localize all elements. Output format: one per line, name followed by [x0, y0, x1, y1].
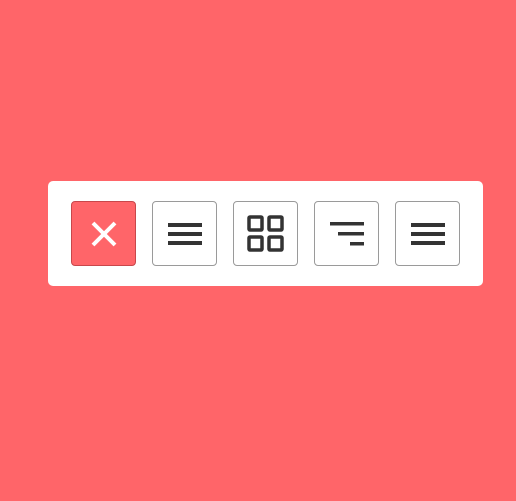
hamburger-menu-icon: [167, 220, 203, 248]
grid-icon: [246, 214, 285, 253]
align-right-button[interactable]: [314, 201, 379, 266]
hamburger-menu-icon: [410, 220, 446, 248]
menu-button[interactable]: [152, 201, 217, 266]
grid-view-button[interactable]: [233, 201, 298, 266]
align-right-icon: [329, 220, 365, 248]
close-icon: [90, 220, 118, 248]
menu-button[interactable]: [395, 201, 460, 266]
icon-toolbar: [48, 181, 483, 286]
close-button[interactable]: [71, 201, 136, 266]
